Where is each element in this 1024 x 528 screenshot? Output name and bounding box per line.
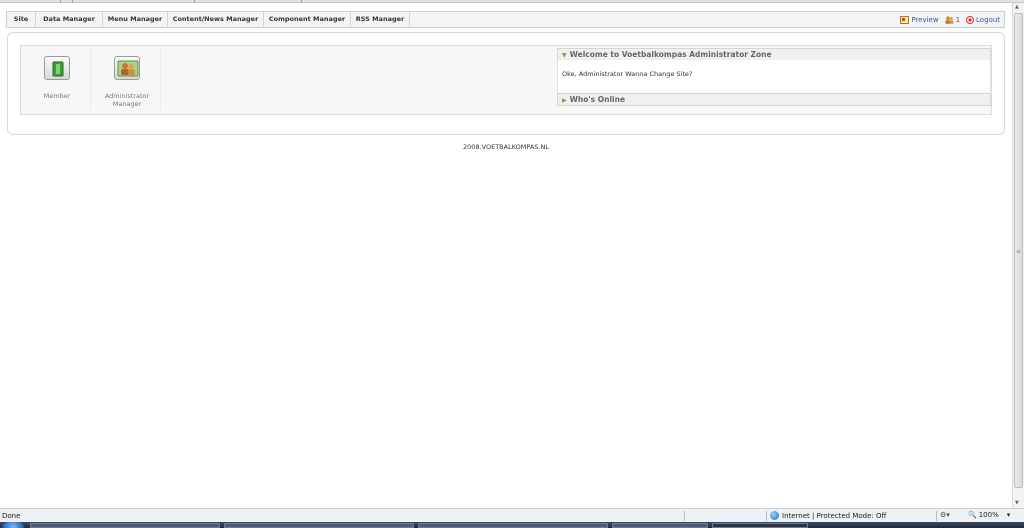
whos-online-box-header[interactable]: ▶ Who's Online bbox=[557, 93, 991, 106]
logout-link[interactable]: Logout bbox=[966, 16, 1000, 24]
menu-item-data-manager[interactable]: Data Manager bbox=[36, 12, 103, 27]
administrator-manager-tile[interactable]: Administrator Manager bbox=[93, 48, 161, 110]
addons-icon[interactable]: ⚙▾ bbox=[940, 511, 950, 519]
logout-label: Logout bbox=[976, 16, 1000, 24]
info-sidebar: ▼ Welcome to Voetbalkompas Administrator … bbox=[557, 46, 991, 110]
menu-item-rss-manager[interactable]: RSS Manager bbox=[351, 12, 410, 27]
start-button[interactable] bbox=[2, 522, 24, 528]
menu-item-component-manager[interactable]: Component Manager bbox=[264, 12, 351, 27]
expand-arrow-icon: ▶ bbox=[562, 97, 567, 104]
security-zone-label: Internet | Protected Mode: Off bbox=[782, 511, 887, 520]
welcome-message: Oke, Administrator Wanna Change Site? bbox=[562, 70, 693, 78]
taskbar-button[interactable] bbox=[612, 523, 708, 528]
logout-icon bbox=[966, 16, 975, 24]
dashboard-panel: Member Administrator Manager ▼ Welcome t… bbox=[7, 32, 1005, 135]
zoom-level: 100% bbox=[978, 511, 999, 519]
taskbar-button[interactable] bbox=[418, 523, 608, 528]
member-icon bbox=[44, 56, 70, 80]
zoom-dropdown-icon: ▾ bbox=[1006, 511, 1011, 519]
member-tile-label: Member bbox=[43, 92, 71, 100]
online-users-count: 1 bbox=[945, 16, 960, 24]
vertical-scrollbar[interactable]: ▲ ≡ ▼ bbox=[1012, 3, 1024, 508]
status-divider bbox=[936, 511, 937, 521]
welcome-title: Welcome to Voetbalkompas Administrator Z… bbox=[569, 50, 772, 59]
taskbar-button[interactable] bbox=[30, 523, 220, 528]
scroll-grip-icon: ≡ bbox=[1016, 248, 1022, 255]
scroll-down-icon[interactable]: ▼ bbox=[1015, 500, 1019, 506]
admin-menu-bar: Site Data Manager Menu Manager Content/N… bbox=[6, 11, 1005, 28]
preview-icon bbox=[900, 16, 910, 24]
footer-copyright: 2008.VOETBALKOMPAS.NL bbox=[463, 143, 549, 151]
status-divider bbox=[684, 511, 685, 521]
browser-status-bar: Done Internet | Protected Mode: Off ⚙▾ 🔍… bbox=[0, 508, 1024, 522]
page-viewport: Site Data Manager Menu Manager Content/N… bbox=[0, 3, 1012, 508]
menu-item-content-news-manager[interactable]: Content/News Manager bbox=[168, 12, 264, 27]
internet-globe-icon bbox=[770, 511, 779, 520]
user-count-value: 1 bbox=[955, 16, 961, 24]
taskbar-button[interactable] bbox=[224, 523, 414, 528]
status-divider bbox=[766, 511, 767, 521]
dashboard-inner-panel: Member Administrator Manager ▼ Welcome t… bbox=[20, 45, 992, 115]
scroll-up-icon[interactable]: ▲ bbox=[1015, 4, 1019, 10]
preview-label: Preview bbox=[911, 16, 939, 24]
taskbar-button[interactable] bbox=[712, 523, 808, 528]
security-zone[interactable]: Internet | Protected Mode: Off bbox=[770, 511, 886, 520]
preview-link[interactable]: Preview bbox=[900, 16, 939, 24]
menu-item-menu-manager[interactable]: Menu Manager bbox=[103, 12, 168, 27]
zoom-icon: 🔍 bbox=[968, 511, 977, 519]
collapse-arrow-icon: ▼ bbox=[562, 52, 567, 59]
welcome-box-body: Oke, Administrator Wanna Change Site? bbox=[557, 60, 991, 92]
status-text: Done bbox=[2, 512, 21, 520]
menu-item-site[interactable]: Site bbox=[7, 12, 36, 27]
windows-taskbar bbox=[0, 522, 1024, 528]
member-tile[interactable]: Member bbox=[23, 48, 91, 110]
whos-online-title: Who's Online bbox=[569, 95, 626, 104]
toolbar-right: Preview 1 Logout bbox=[900, 14, 1000, 26]
users-icon bbox=[945, 16, 954, 24]
zoom-control[interactable]: 🔍 100% ▾ bbox=[968, 511, 1010, 519]
administrator-manager-tile-label: Administrator Manager bbox=[104, 92, 150, 108]
administrator-icon bbox=[114, 56, 140, 80]
